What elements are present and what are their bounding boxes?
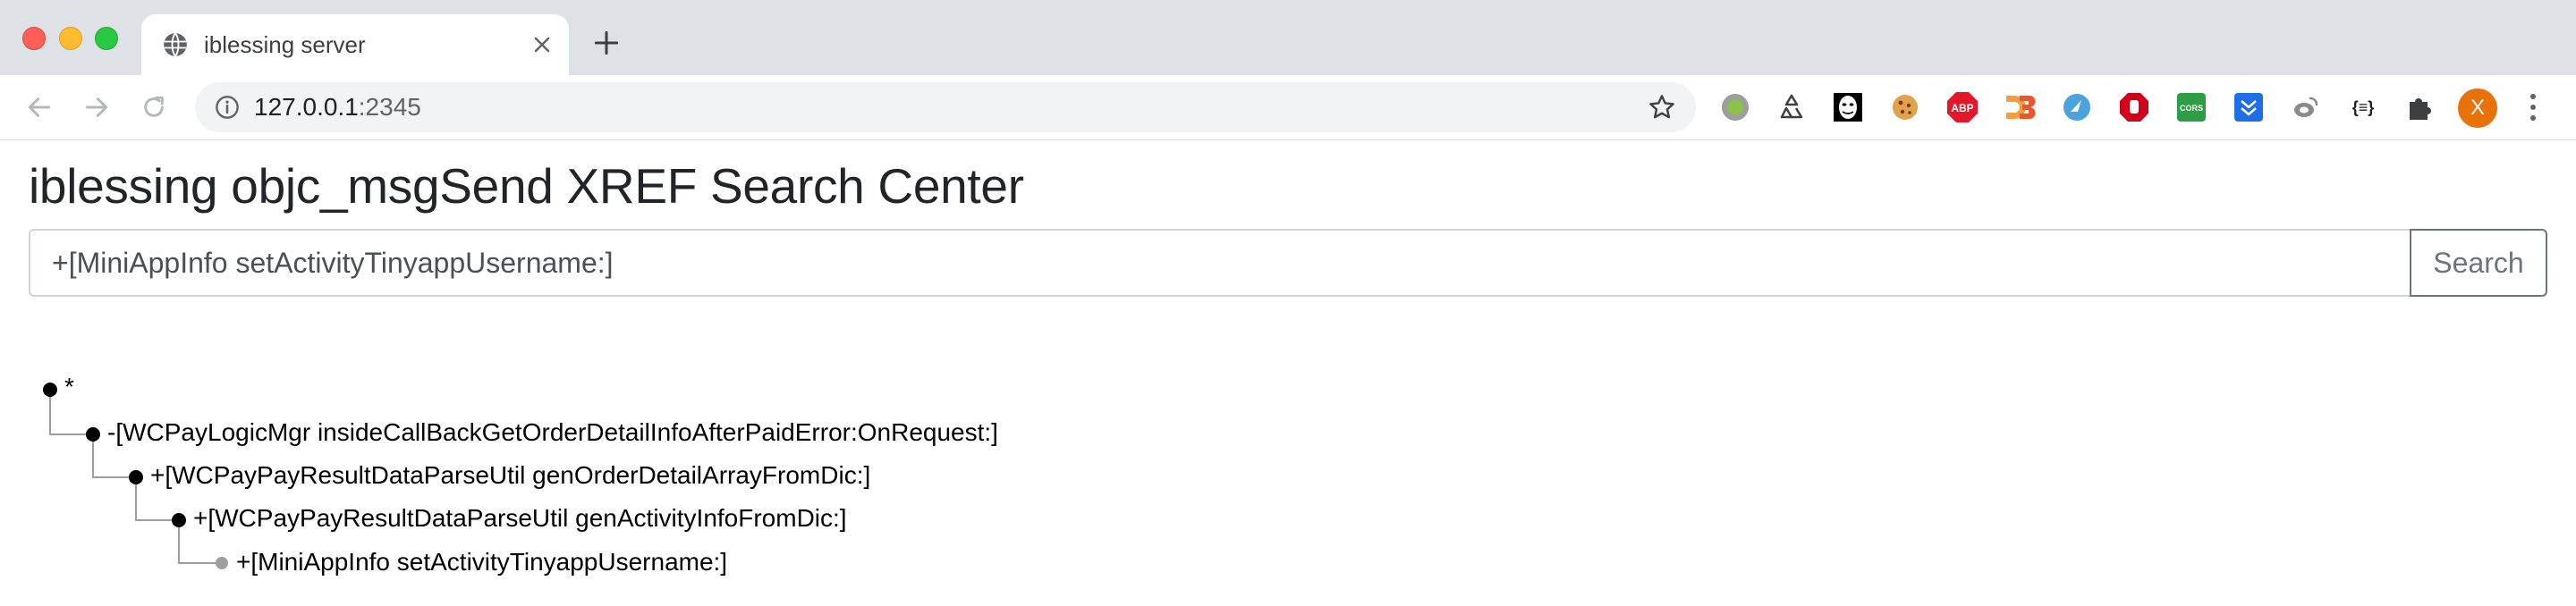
stop-hand-extension-icon[interactable] bbox=[2116, 89, 2152, 125]
bird-extension-icon[interactable] bbox=[2059, 89, 2095, 125]
browser-tab-active[interactable]: iblessing server bbox=[141, 14, 569, 75]
url-host: 127.0.0.1 bbox=[254, 93, 359, 121]
svg-text:ABP: ABP bbox=[1951, 102, 1973, 114]
cors-extension-icon[interactable]: CORS bbox=[2174, 89, 2209, 125]
puzzle-extension-icon[interactable] bbox=[2402, 89, 2438, 125]
profile-avatar[interactable]: X bbox=[2458, 88, 2497, 128]
minimize-window-button[interactable] bbox=[59, 27, 82, 50]
tree-node-label[interactable]: -[WCPayLogicMgr insideCallBackGetOrderDe… bbox=[107, 417, 998, 448]
weibo-extension-icon[interactable] bbox=[2288, 89, 2324, 125]
search-input[interactable] bbox=[29, 229, 2410, 297]
address-bar[interactable]: 127.0.0.1:2345 bbox=[195, 82, 1696, 132]
grey-circle-extension-icon[interactable] bbox=[1717, 89, 1753, 125]
d3-extension-icon[interactable] bbox=[2002, 89, 2038, 125]
maximize-window-button[interactable] bbox=[95, 27, 118, 50]
reload-icon[interactable] bbox=[140, 93, 168, 122]
info-icon[interactable] bbox=[215, 95, 240, 120]
mask-extension-icon[interactable] bbox=[1830, 89, 1866, 125]
tree-root-node[interactable] bbox=[43, 383, 57, 397]
download-extension-icon[interactable] bbox=[2231, 89, 2267, 125]
tree-node[interactable] bbox=[86, 427, 100, 442]
adblock-plus-extension-icon[interactable]: ABP bbox=[1945, 89, 1980, 125]
tab-title: iblessing server bbox=[204, 31, 366, 58]
close-window-button[interactable] bbox=[22, 27, 46, 50]
recycle-extension-icon[interactable] bbox=[1774, 89, 1809, 125]
svg-text:CORS: CORS bbox=[2180, 104, 2203, 113]
tree-node[interactable] bbox=[129, 470, 143, 484]
url-text: 127.0.0.1:2345 bbox=[254, 93, 421, 122]
tree-node-label[interactable]: +[WCPayPayResultDataParseUtil genActivit… bbox=[193, 503, 847, 534]
tree-root-label: * bbox=[64, 373, 74, 400]
cookie-extension-icon[interactable] bbox=[1887, 89, 1923, 125]
url-port: :2345 bbox=[358, 93, 421, 121]
more-vert-icon[interactable] bbox=[2526, 91, 2540, 123]
tree-leaf-label[interactable]: +[MiniAppInfo setActivityTinyappUsername… bbox=[236, 547, 727, 577]
json-extension-label: {≡} bbox=[2351, 97, 2375, 116]
tree-node[interactable] bbox=[172, 513, 186, 527]
tree-node-label[interactable]: +[WCPayPayResultDataParseUtil genOrderDe… bbox=[150, 460, 870, 491]
tree-leaf-node[interactable] bbox=[216, 557, 228, 569]
browser-tabstrip: iblessing server bbox=[0, 0, 2576, 75]
star-icon[interactable] bbox=[1648, 93, 1676, 122]
close-tab-icon[interactable] bbox=[531, 34, 553, 55]
page-title: iblessing objc_msgSend XREF Search Cente… bbox=[29, 158, 1024, 214]
json-extension-icon[interactable]: {≡} bbox=[2345, 89, 2381, 125]
arrow-right-icon[interactable] bbox=[82, 93, 111, 122]
search-button[interactable]: Search bbox=[2410, 229, 2547, 297]
arrow-left-icon[interactable] bbox=[25, 93, 54, 122]
globe-icon bbox=[164, 32, 187, 57]
plus-icon[interactable] bbox=[594, 30, 619, 55]
